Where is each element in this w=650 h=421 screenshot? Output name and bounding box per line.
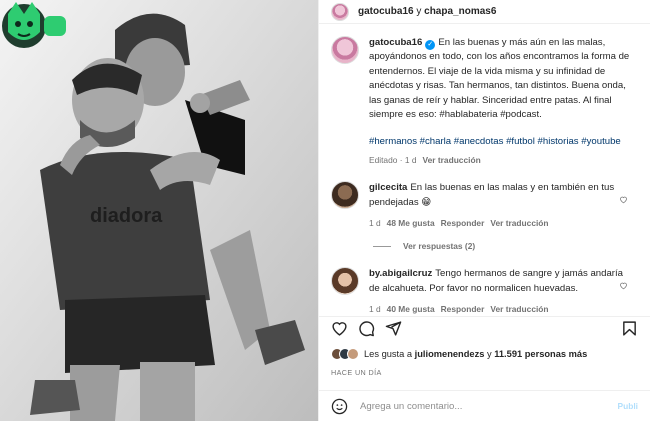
- instagram-post-modal: diadora gatocuba16 y chapa_nomas6 gatocu…: [0, 0, 650, 421]
- view-replies-button[interactable]: Ver respuestas (2): [373, 241, 640, 251]
- comment-like-count[interactable]: 40 Me gusta: [387, 304, 435, 314]
- comment-icon[interactable]: [358, 320, 375, 337]
- collaborator-username-link[interactable]: chapa_nomas6: [424, 6, 496, 17]
- comment-translate-link[interactable]: Ver traducción: [490, 304, 548, 314]
- likes-count[interactable]: 11.591 personas más: [494, 349, 587, 359]
- caption-block: gatocuba16 ✓ En las buenas y más aún en la…: [331, 36, 640, 165]
- comment-heart-icon[interactable]: [619, 281, 628, 290]
- photo-scene: diadora: [0, 0, 318, 421]
- post-details-panel: gatocuba16 y chapa_nomas6 gatocuba16 ✓ En …: [318, 0, 650, 421]
- author-username-link[interactable]: gatocuba16: [358, 6, 414, 17]
- caption-translate-link[interactable]: Ver traducción: [423, 155, 481, 165]
- comment-translate-link[interactable]: Ver traducción: [490, 218, 548, 228]
- liker-avatar: [347, 348, 359, 360]
- post-actions-bar: [319, 316, 650, 340]
- comments-scroll-area[interactable]: gatocuba16 ✓ En las buenas y más aún en la…: [319, 25, 650, 315]
- comment-item: by.abigailcruz Tengo hermanos de sangre y…: [331, 267, 640, 314]
- comment-like-count[interactable]: 48 Me gusta: [387, 218, 435, 228]
- comment-username[interactable]: by.abigailcruz: [369, 268, 432, 279]
- comment-username[interactable]: gilcecita: [369, 182, 407, 193]
- likes-prefix: Les gusta a: [364, 349, 415, 359]
- caption-username[interactable]: gatocuba16: [369, 37, 422, 48]
- caption-edited-time: Editado · 1 d: [369, 155, 417, 166]
- comment-composer: Publi: [319, 390, 650, 421]
- post-authors: gatocuba16 y chapa_nomas6: [358, 6, 496, 17]
- commenter-avatar[interactable]: [331, 267, 359, 296]
- comment-input[interactable]: [360, 400, 618, 412]
- post-date: HACE UN DÍA: [331, 368, 382, 377]
- author-avatar[interactable]: [331, 2, 349, 21]
- comment-item: gilcecita En las buenas en las malas y en…: [331, 181, 640, 228]
- comment-reply-button[interactable]: Responder: [441, 218, 485, 228]
- bookmark-icon[interactable]: [621, 320, 638, 337]
- channel-logo-icon: [2, 2, 66, 48]
- comment-age: 1 d: [369, 304, 381, 315]
- replies-divider-line: [373, 245, 391, 247]
- comment-reply-button[interactable]: Responder: [441, 304, 485, 314]
- comment-emoji: 😁: [421, 196, 432, 208]
- comment-age: 1 d: [369, 218, 381, 229]
- post-photo[interactable]: diadora: [0, 0, 318, 421]
- commenter-avatar[interactable]: [331, 181, 359, 210]
- svg-text:diadora: diadora: [90, 205, 163, 227]
- likes-first-user[interactable]: juliomenendezs: [415, 349, 485, 359]
- likes-joiner: y: [484, 349, 495, 359]
- emoji-icon[interactable]: [331, 398, 348, 415]
- caption-hashtags[interactable]: #hermanos #charla #anecdotas #futbol #hi…: [369, 135, 640, 149]
- caption-author-avatar[interactable]: [331, 36, 359, 64]
- view-replies-label: Ver respuestas (2): [403, 241, 476, 252]
- verified-badge-icon: ✓: [425, 40, 436, 50]
- likes-summary[interactable]: Les gusta a juliomenendezs y 11.591 pers…: [331, 348, 640, 360]
- authors-joiner: y: [413, 6, 425, 17]
- heart-icon[interactable]: [331, 320, 348, 337]
- share-icon[interactable]: [385, 320, 402, 337]
- post-header: gatocuba16 y chapa_nomas6: [319, 0, 650, 24]
- caption-text: En las buenas y más aún en las malas, ap…: [369, 37, 630, 121]
- publish-button[interactable]: Publi: [618, 401, 638, 411]
- comment-heart-icon[interactable]: [619, 195, 628, 204]
